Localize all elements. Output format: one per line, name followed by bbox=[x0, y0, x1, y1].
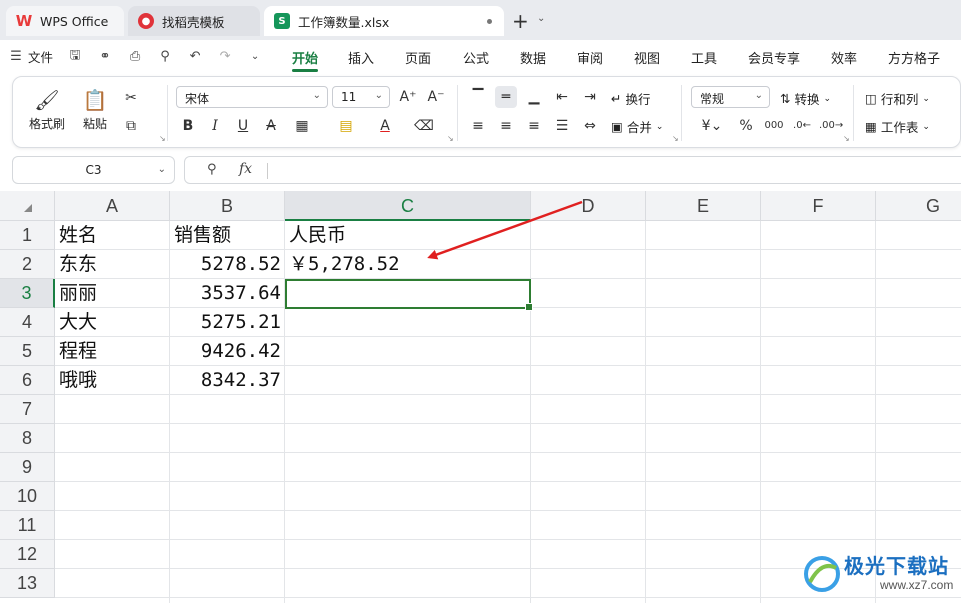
watermark-name: 极光下载站 bbox=[844, 554, 949, 578]
aurora-logo-icon bbox=[804, 556, 840, 592]
watermark-url: www.xz7.com bbox=[880, 578, 954, 592]
watermark-logo: 极光下载站 www.xz7.com bbox=[800, 550, 960, 598]
annotation-arrow bbox=[427, 200, 583, 260]
